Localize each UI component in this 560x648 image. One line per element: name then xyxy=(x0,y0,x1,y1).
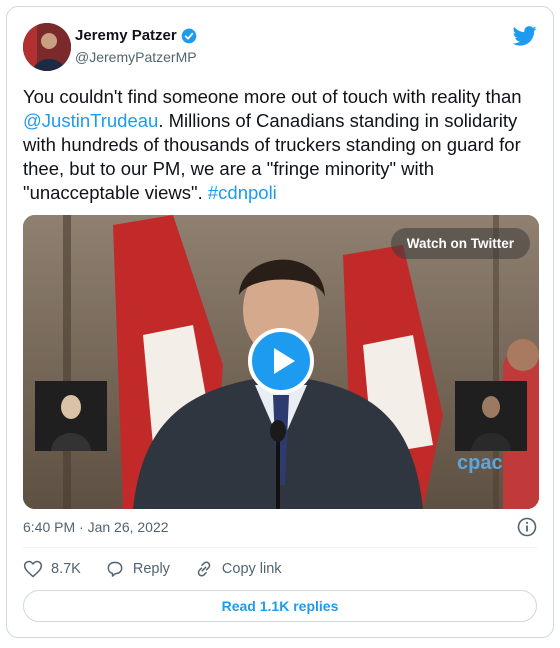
copy-link-label: Copy link xyxy=(221,561,282,577)
like-count: 8.7K xyxy=(51,561,81,577)
author-name-text[interactable]: Jeremy Patzer xyxy=(75,27,177,44)
tweet-card: Jeremy Patzer @JeremyPatzerMP You couldn… xyxy=(6,6,554,638)
tweet-timestamp[interactable]: 6:40 PM · Jan 26, 2022 xyxy=(23,519,169,535)
copy-link-button[interactable]: Copy link xyxy=(194,559,282,579)
reply-bubble-icon xyxy=(107,561,123,577)
reply-label: Reply xyxy=(132,561,170,577)
video-media[interactable]: cpac Watch on Twitter xyxy=(23,215,539,509)
author-avatar[interactable] xyxy=(23,23,71,71)
action-bar: 8.7K Reply Copy link xyxy=(23,559,306,579)
twitter-bird-icon[interactable] xyxy=(513,25,537,47)
reply-button[interactable]: Reply xyxy=(105,559,170,579)
heart-icon xyxy=(23,560,43,578)
tweet-text: You couldn't find someone more out of to… xyxy=(23,85,539,205)
mention-link[interactable]: @JustinTrudeau xyxy=(23,110,158,131)
hashtag-link[interactable]: #cdnpoli xyxy=(208,182,277,203)
watch-on-twitter-button[interactable]: Watch on Twitter xyxy=(390,228,530,259)
info-icon[interactable] xyxy=(517,517,537,537)
play-icon[interactable] xyxy=(248,328,314,394)
tweet-text-part1: You couldn't find someone more out of to… xyxy=(23,86,522,107)
verified-badge-icon xyxy=(181,28,197,43)
link-icon xyxy=(197,561,211,577)
read-replies-button[interactable]: Read 1.1K replies xyxy=(23,590,537,622)
author-handle[interactable]: @JeremyPatzerMP xyxy=(75,49,197,65)
author-name[interactable]: Jeremy Patzer xyxy=(75,27,197,44)
avatar-image xyxy=(23,23,71,71)
like-button[interactable]: 8.7K xyxy=(23,559,81,579)
divider xyxy=(23,547,537,548)
cpac-watermark: cpac xyxy=(457,452,503,474)
